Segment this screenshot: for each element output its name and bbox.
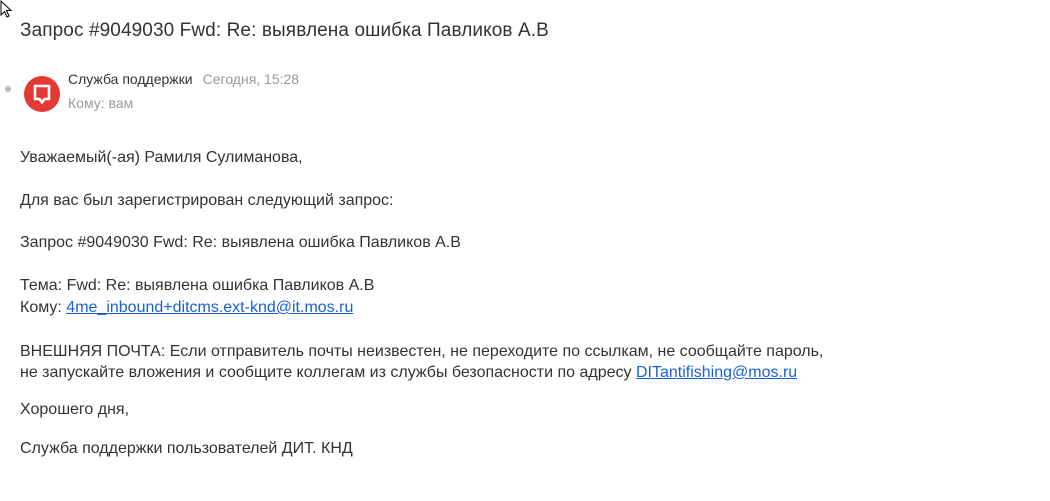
sender-avatar[interactable] — [24, 76, 60, 112]
security-email-link[interactable]: DITantifishing@mos.ru — [636, 364, 797, 381]
wishes-text: Хорошего дня, — [20, 401, 130, 418]
mouse-pointer-icon — [0, 0, 12, 18]
registered-text: Для вас был зарегистрирован следующий за… — [20, 192, 394, 209]
topic-text: Тема: Fwd: Re: выявлена ошибка Павликов … — [20, 277, 375, 294]
inbound-email-link[interactable]: 4me_inbound+ditcms.ext-knd@it.mos.ru — [66, 299, 353, 316]
warning-line-2: не запускайте вложения и сообщите коллег… — [20, 362, 797, 384]
request-text: Запрос #9049030 Fwd: Re: выявлена ошибка… — [20, 234, 461, 251]
sender-name[interactable]: Служба поддержки — [68, 71, 193, 87]
message-subject: Запрос #9049030 Fwd: Re: выявлена ошибка… — [20, 20, 549, 41]
warning-line-2-text: не запускайте вложения и сообщите коллег… — [20, 364, 636, 381]
unread-dot-icon[interactable] — [5, 86, 11, 92]
warning-line-1: ВНЕШНЯЯ ПОЧТА: Если отправитель почты не… — [20, 343, 824, 360]
message-timestamp: Сегодня, 15:28 — [202, 71, 300, 87]
recipient-line: Кому: вам — [68, 95, 134, 111]
signature-text: Служба поддержки пользователей ДИТ. КНД — [20, 440, 353, 457]
to-address-line: Кому: 4me_inbound+ditcms.ext-knd@it.mos.… — [20, 297, 353, 319]
support-chat-icon — [33, 84, 51, 104]
to-address-label: Кому: — [20, 299, 67, 316]
greeting-text: Уважаемый(-ая) Рамиля Сулиманова, — [20, 149, 303, 166]
sender-line: Служба поддержки Сегодня, 15:28 — [68, 71, 299, 87]
